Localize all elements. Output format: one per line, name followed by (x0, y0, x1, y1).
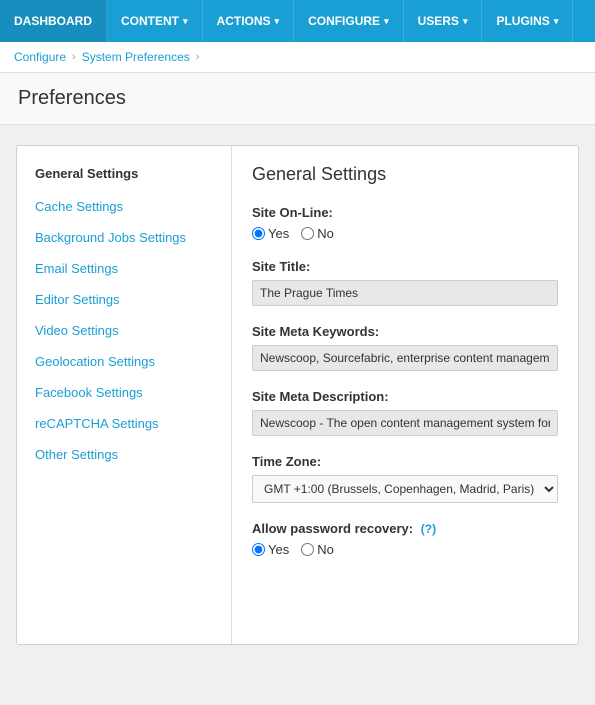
sidebar-section-title: General Settings (17, 160, 231, 191)
site-online-group: Site On-Line: Yes No (252, 205, 558, 241)
site-meta-description-group: Site Meta Description: (252, 389, 558, 436)
chevron-down-icon: ▾ (554, 16, 559, 27)
sidebar-item-video-settings[interactable]: Video Settings (17, 315, 231, 346)
site-online-yes-radio[interactable] (252, 227, 265, 240)
sidebar: General Settings Cache Settings Backgrou… (17, 146, 232, 644)
nav-plugins[interactable]: PLUGINS ▾ (482, 0, 573, 42)
allow-password-yes-radio[interactable] (252, 543, 265, 556)
nav-content[interactable]: CONTENT ▾ (107, 0, 203, 42)
site-meta-description-input[interactable] (252, 410, 558, 436)
site-online-no-radio[interactable] (301, 227, 314, 240)
allow-password-radio-group: Yes No (252, 542, 558, 557)
allow-password-no-radio[interactable] (301, 543, 314, 556)
sidebar-item-editor-settings[interactable]: Editor Settings (17, 284, 231, 315)
timezone-select[interactable]: GMT +1:00 (Brussels, Copenhagen, Madrid,… (252, 475, 558, 503)
chevron-down-icon: ▾ (463, 16, 468, 27)
nav-dashboard[interactable]: DASHBOARD (0, 0, 107, 42)
chevron-down-icon: ▾ (384, 16, 389, 27)
allow-password-yes-label[interactable]: Yes (252, 542, 289, 557)
sidebar-item-recaptcha-settings[interactable]: reCAPTCHA Settings (17, 408, 231, 439)
sidebar-item-facebook-settings[interactable]: Facebook Settings (17, 377, 231, 408)
site-online-yes-label[interactable]: Yes (252, 226, 289, 241)
top-navigation: DASHBOARD CONTENT ▾ ACTIONS ▾ CONFIGURE … (0, 0, 595, 42)
site-online-label: Site On-Line: (252, 205, 558, 220)
breadcrumb-separator-end: › (196, 51, 200, 63)
main-content: General Settings Cache Settings Backgrou… (0, 125, 595, 665)
site-title-input[interactable] (252, 280, 558, 306)
page-title: Preferences (18, 87, 577, 110)
site-meta-description-label: Site Meta Description: (252, 389, 558, 404)
timezone-group: Time Zone: GMT +1:00 (Brussels, Copenhag… (252, 454, 558, 503)
settings-form-area: General Settings Site On-Line: Yes No (232, 146, 578, 644)
sidebar-item-background-jobs[interactable]: Background Jobs Settings (17, 222, 231, 253)
chevron-down-icon: ▾ (183, 16, 188, 27)
allow-password-group: Allow password recovery: (?) Yes No (252, 521, 558, 557)
breadcrumb: Configure › System Preferences › (0, 42, 595, 73)
breadcrumb-configure[interactable]: Configure (14, 50, 66, 64)
breadcrumb-system-preferences[interactable]: System Preferences (82, 50, 190, 64)
sidebar-item-email-settings[interactable]: Email Settings (17, 253, 231, 284)
site-online-radio-group: Yes No (252, 226, 558, 241)
site-meta-keywords-label: Site Meta Keywords: (252, 324, 558, 339)
site-online-no-label[interactable]: No (301, 226, 334, 241)
site-meta-keywords-input[interactable] (252, 345, 558, 371)
site-meta-keywords-group: Site Meta Keywords: (252, 324, 558, 371)
allow-password-help-link[interactable]: (?) (421, 522, 436, 536)
breadcrumb-separator: › (72, 51, 76, 63)
site-title-label: Site Title: (252, 259, 558, 274)
nav-users[interactable]: USERS ▾ (404, 0, 483, 42)
sidebar-item-other-settings[interactable]: Other Settings (17, 439, 231, 470)
nav-actions[interactable]: ACTIONS ▾ (203, 0, 295, 42)
site-title-group: Site Title: (252, 259, 558, 306)
allow-password-label: Allow password recovery: (?) (252, 521, 558, 536)
content-panel: General Settings Cache Settings Backgrou… (16, 145, 579, 645)
sidebar-item-cache-settings[interactable]: Cache Settings (17, 191, 231, 222)
allow-password-no-label[interactable]: No (301, 542, 334, 557)
page-heading-area: Preferences (0, 73, 595, 125)
timezone-label: Time Zone: (252, 454, 558, 469)
nav-configure[interactable]: CONFIGURE ▾ (294, 0, 404, 42)
chevron-down-icon: ▾ (275, 16, 280, 27)
sidebar-item-geolocation-settings[interactable]: Geolocation Settings (17, 346, 231, 377)
settings-title: General Settings (252, 164, 558, 185)
